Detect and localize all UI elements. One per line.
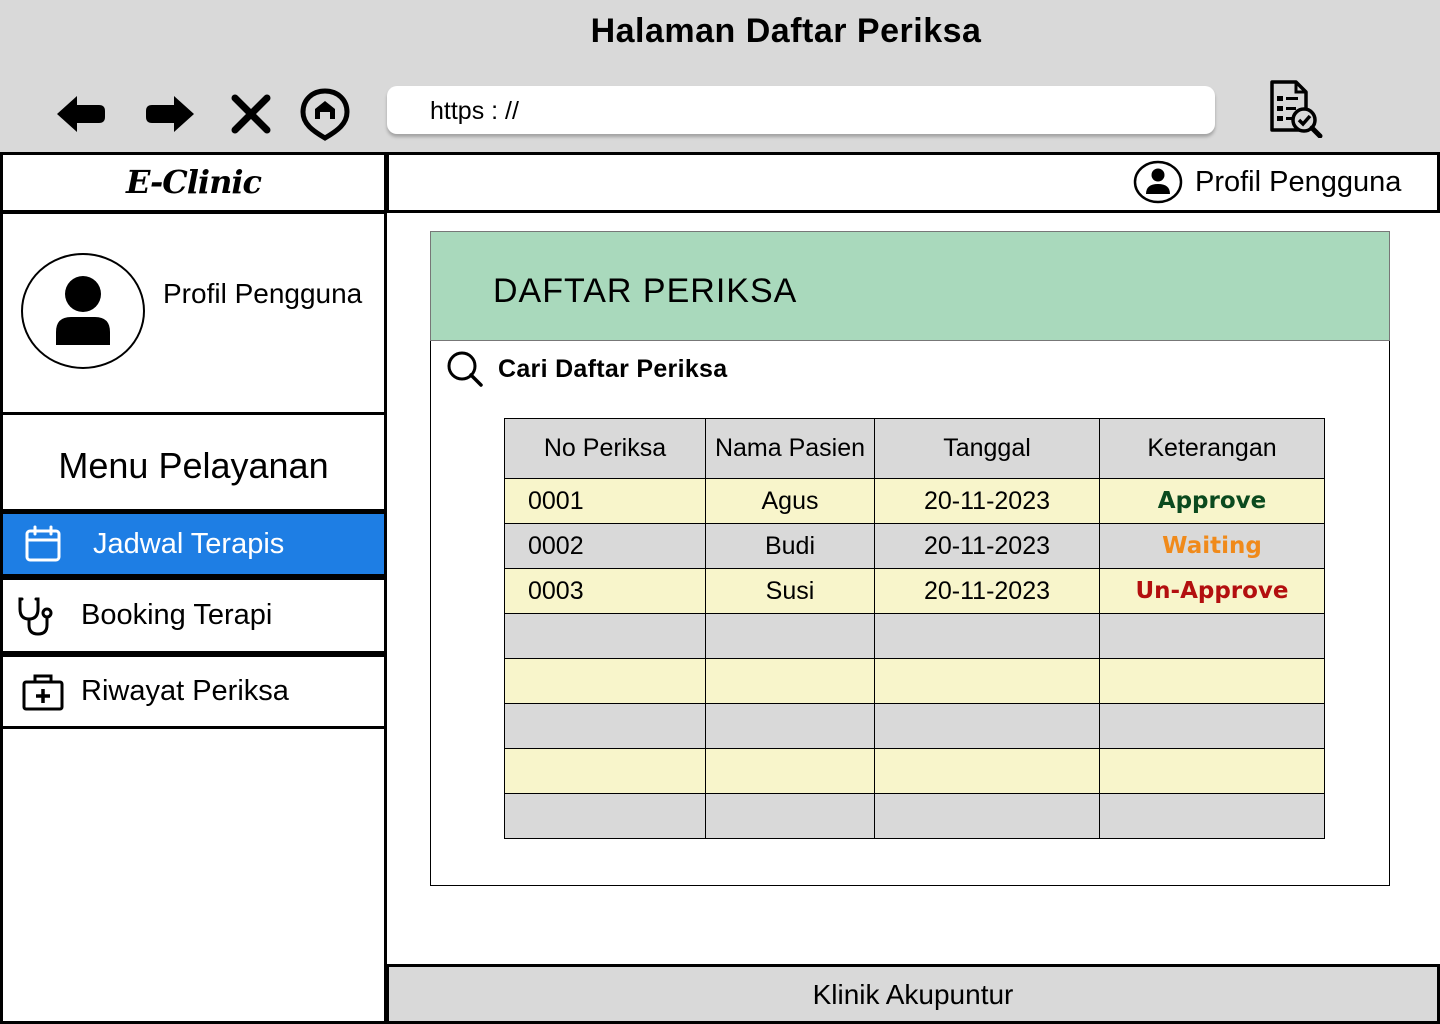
search-input[interactable]: Cari Daftar Periksa [498, 352, 727, 386]
sidebar-item-label: Riwayat Periksa [81, 675, 289, 707]
nama-pasien-cell [705, 703, 875, 749]
no-periksa-cell: 0003 [504, 568, 706, 614]
table-row[interactable] [504, 793, 1325, 839]
table-row[interactable] [504, 703, 1325, 749]
status-badge: Un-Approve [1099, 568, 1325, 614]
nama-pasien-cell [705, 613, 875, 659]
no-periksa-cell [504, 748, 706, 794]
tanggal-cell: 20-11-2023 [874, 478, 1100, 524]
topbar-user-label[interactable]: Profil Pengguna [1195, 160, 1401, 204]
sidebar-item-label: Jadwal Terapis [93, 527, 285, 560]
tanggal-cell [874, 613, 1100, 659]
tanggal-cell [874, 658, 1100, 704]
sidebar-item-jadwal-terapis[interactable]: Jadwal Terapis [0, 510, 387, 577]
no-periksa-cell [504, 658, 706, 704]
column-header[interactable]: Tanggal [874, 418, 1100, 479]
document-check-icon[interactable] [1264, 78, 1324, 139]
stethoscope-icon [15, 594, 59, 638]
nama-pasien-cell: Agus [705, 478, 875, 524]
sidebar-item-booking-terapi[interactable]: Booking Terapi [0, 576, 387, 654]
column-header[interactable]: No Periksa [504, 418, 706, 479]
table-row[interactable] [504, 748, 1325, 794]
forward-arrow-icon[interactable] [142, 86, 198, 142]
daftar-periksa-table: No Periksa Nama Pasien Tanggal Keteranga… [504, 418, 1325, 839]
no-periksa-cell [504, 793, 706, 839]
sidebar-item-label: Booking Terapi [81, 599, 273, 631]
menu-title: Menu Pelayanan [0, 414, 387, 512]
tanggal-cell [874, 703, 1100, 749]
medical-kit-icon [21, 670, 65, 714]
status-badge [1099, 658, 1325, 704]
no-periksa-cell [504, 703, 706, 749]
tanggal-cell: 20-11-2023 [874, 568, 1100, 614]
table-row[interactable]: 0002 Budi 20-11-2023 Waiting [504, 523, 1325, 569]
column-header[interactable]: Nama Pasien [705, 418, 875, 479]
back-arrow-icon[interactable] [53, 86, 109, 142]
search-icon[interactable] [446, 350, 484, 388]
profile-avatar-icon[interactable] [20, 252, 146, 370]
table-row[interactable]: 0001 Agus 20-11-2023 Approve [504, 478, 1325, 524]
sidebar-item-riwayat-periksa[interactable]: Riwayat Periksa [0, 653, 387, 729]
page-title: DAFTAR PERIKSA [430, 231, 1390, 341]
footer: Klinik Akupuntur [386, 964, 1440, 1024]
close-x-icon[interactable] [223, 86, 279, 142]
window-title: Halaman Daftar Periksa [590, 12, 982, 50]
nama-pasien-cell [705, 658, 875, 704]
table-row[interactable] [504, 658, 1325, 704]
status-badge: Approve [1099, 478, 1325, 524]
app-logo[interactable]: E-Clinic [0, 152, 387, 213]
status-badge [1099, 703, 1325, 749]
nama-pasien-cell: Budi [705, 523, 875, 569]
no-periksa-cell: 0001 [504, 478, 706, 524]
home-icon[interactable] [297, 86, 353, 142]
tanggal-cell [874, 793, 1100, 839]
status-badge [1099, 793, 1325, 839]
no-periksa-cell [504, 613, 706, 659]
nama-pasien-cell: Susi [705, 568, 875, 614]
tanggal-cell: 20-11-2023 [874, 523, 1100, 569]
table-row[interactable] [504, 613, 1325, 659]
table-row[interactable]: 0003 Susi 20-11-2023 Un-Approve [504, 568, 1325, 614]
status-badge [1099, 613, 1325, 659]
url-bar[interactable]: https : // [387, 86, 1215, 134]
status-badge [1099, 748, 1325, 794]
table-header-row: No Periksa Nama Pasien Tanggal Keteranga… [504, 418, 1325, 479]
tanggal-cell [874, 748, 1100, 794]
column-header[interactable]: Keterangan [1099, 418, 1325, 479]
calendar-icon [21, 522, 65, 566]
nama-pasien-cell [705, 793, 875, 839]
nama-pasien-cell [705, 748, 875, 794]
user-avatar-icon[interactable] [1133, 160, 1183, 204]
profile-name: Profil Pengguna [163, 278, 363, 309]
status-badge: Waiting [1099, 523, 1325, 569]
no-periksa-cell: 0002 [504, 523, 706, 569]
